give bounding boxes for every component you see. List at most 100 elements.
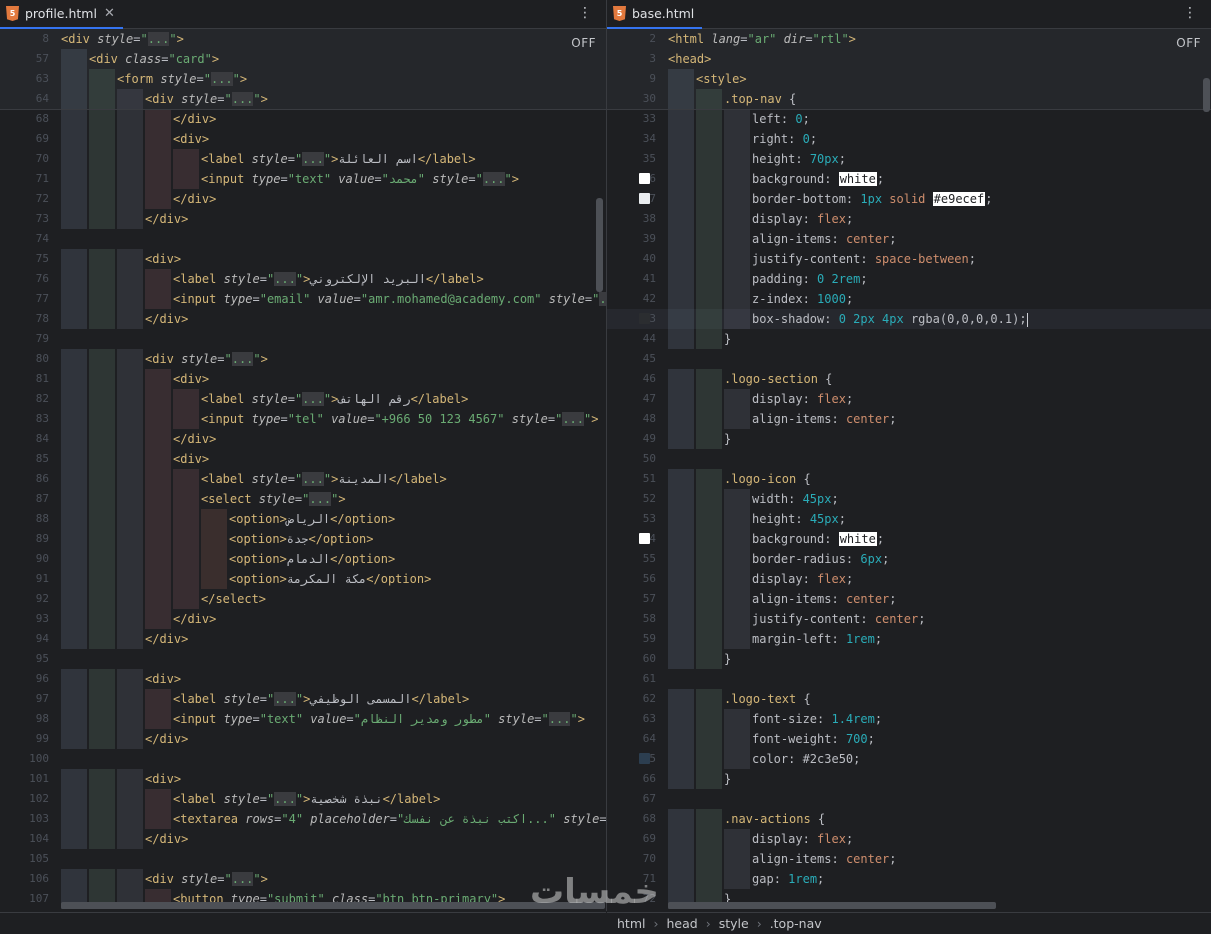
code-line[interactable]: 37border-bottom: 1px solid #e9ecef; [607,189,1211,209]
code-line[interactable]: 102<label style="...">نبذة شخصية</label> [0,789,606,809]
line-number[interactable]: 2 [607,29,656,49]
line-number[interactable]: 68 [607,809,656,829]
line-number[interactable]: 83 [0,409,49,429]
color-swatch-icon[interactable] [639,753,650,764]
line-number[interactable]: 104 [0,829,49,849]
line-number[interactable]: 88 [0,509,49,529]
code-line[interactable]: 80<div style="..."> [0,349,606,369]
code-line[interactable]: 64<div style="..."> [0,89,606,109]
code-line[interactable]: 61 [607,669,1211,689]
code-line[interactable]: 63font-size: 1.4rem; [607,709,1211,729]
line-number[interactable]: 95 [0,649,49,669]
code-line[interactable]: 71<input type="text" value="محمد" style=… [0,169,606,189]
code-line[interactable]: 88<option>الرياض</option> [0,509,606,529]
code-line[interactable]: 2<html lang="ar" dir="rtl"> [607,29,1211,49]
code-line[interactable]: 55border-radius: 6px; [607,549,1211,569]
line-number[interactable]: 34 [607,129,656,149]
code-line[interactable]: 96<div> [0,669,606,689]
code-line[interactable]: 49} [607,429,1211,449]
line-number[interactable]: 101 [0,769,49,789]
code-line[interactable]: 90<option>الدمام</option> [0,549,606,569]
line-number[interactable]: 35 [607,149,656,169]
code-line[interactable]: 85<div> [0,449,606,469]
line-number[interactable]: 63 [607,709,656,729]
line-number[interactable]: 62 [607,689,656,709]
code-line[interactable]: 100 [0,749,606,769]
line-number[interactable]: 67 [607,789,656,809]
code-line[interactable]: 70<label style="...">اسم العائلة</label> [0,149,606,169]
line-number[interactable]: 45 [607,349,656,369]
line-number[interactable]: 90 [0,549,49,569]
code-line[interactable]: 76<label style="...">البريد الإلكتروني</… [0,269,606,289]
line-number[interactable]: 70 [0,149,49,169]
code-line[interactable]: 104</div> [0,829,606,849]
code-line[interactable]: 58justify-content: center; [607,609,1211,629]
code-line[interactable]: 71gap: 1rem; [607,869,1211,889]
line-number[interactable]: 77 [0,289,49,309]
line-number[interactable]: 46 [607,369,656,389]
breadcrumb-item[interactable]: head [666,916,697,931]
code-editor-right[interactable]: 2<html lang="ar" dir="rtl">3<head>9<styl… [607,29,1211,911]
line-number[interactable]: 50 [607,449,656,469]
line-number[interactable]: 91 [0,569,49,589]
code-line[interactable]: 63<form style="..."> [0,69,606,89]
line-number[interactable]: 93 [0,609,49,629]
vertical-scrollbar[interactable] [1203,78,1210,112]
code-line[interactable]: 57align-items: center; [607,589,1211,609]
code-line[interactable]: 3<head> [607,49,1211,69]
close-icon[interactable]: ✕ [104,6,115,21]
line-number[interactable]: 92 [0,589,49,609]
line-number[interactable]: 3 [607,49,656,69]
code-line[interactable]: 74 [0,229,606,249]
line-number[interactable]: 69 [0,129,49,149]
line-number[interactable]: 58 [607,609,656,629]
more-options-icon[interactable]: ⋮ [1183,5,1197,21]
code-line[interactable]: 33left: 0; [607,109,1211,129]
more-options-icon[interactable]: ⋮ [578,5,592,21]
line-number[interactable]: 69 [607,829,656,849]
line-number[interactable]: 57 [607,589,656,609]
line-number[interactable]: 53 [607,509,656,529]
vertical-scrollbar[interactable] [596,198,603,292]
line-number[interactable]: 97 [0,689,49,709]
code-line[interactable]: 42z-index: 1000; [607,289,1211,309]
inlay-toggle-off[interactable]: OFF [1176,36,1201,50]
line-number[interactable]: 9 [607,69,656,89]
code-line[interactable]: 75<div> [0,249,606,269]
tab-profile-html[interactable]: 5 profile.html ✕ [0,0,123,29]
code-line[interactable]: 53height: 45px; [607,509,1211,529]
line-number[interactable]: 33 [607,109,656,129]
code-line[interactable]: 72</div> [0,189,606,209]
code-line[interactable]: 68.nav-actions { [607,809,1211,829]
inlay-toggle-off[interactable]: OFF [571,36,596,50]
line-number[interactable]: 81 [0,369,49,389]
code-line[interactable]: 93</div> [0,609,606,629]
line-number[interactable]: 61 [607,669,656,689]
line-number[interactable]: 49 [607,429,656,449]
line-number[interactable]: 63 [0,69,49,89]
code-line[interactable]: 95 [0,649,606,669]
line-number[interactable]: 72 [0,189,49,209]
line-number[interactable]: 76 [0,269,49,289]
line-number[interactable]: 107 [0,889,49,909]
line-number[interactable]: 66 [607,769,656,789]
horizontal-scrollbar[interactable] [668,902,996,909]
code-line[interactable]: 35height: 70px; [607,149,1211,169]
code-line[interactable]: 30.top-nav { [607,89,1211,109]
code-line[interactable]: 52width: 45px; [607,489,1211,509]
code-line[interactable]: 103<textarea rows="4" placeholder="اكتب … [0,809,606,829]
code-line[interactable]: 69display: flex; [607,829,1211,849]
line-number[interactable]: 40 [607,249,656,269]
line-number[interactable]: 75 [0,249,49,269]
code-line[interactable]: 51.logo-icon { [607,469,1211,489]
code-line[interactable]: 73</div> [0,209,606,229]
code-line[interactable]: 46.logo-section { [607,369,1211,389]
color-swatch-icon[interactable] [639,313,650,324]
code-line[interactable]: 60} [607,649,1211,669]
line-number[interactable]: 87 [0,489,49,509]
line-number[interactable]: 102 [0,789,49,809]
line-number[interactable]: 94 [0,629,49,649]
code-line[interactable]: 98<input type="text" value="مطور ومدير ا… [0,709,606,729]
line-number[interactable]: 59 [607,629,656,649]
line-number[interactable]: 78 [0,309,49,329]
